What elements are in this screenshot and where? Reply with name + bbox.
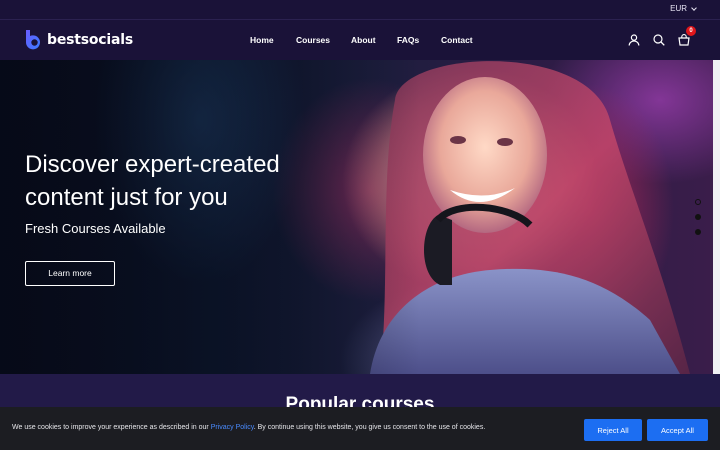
- cookie-text-before: We use cookies to improve your experienc…: [12, 424, 211, 431]
- page-scrollbar[interactable]: [713, 60, 720, 374]
- logo-mark-icon: [25, 30, 40, 50]
- header-actions: 0: [628, 26, 696, 46]
- hero-title: Discover expert-created content just for…: [25, 151, 280, 211]
- cart-count-badge: 0: [686, 26, 696, 36]
- hero-shade: [0, 60, 420, 374]
- currency-label: EUR: [670, 4, 687, 13]
- nav-about[interactable]: About: [351, 35, 376, 45]
- reject-all-button[interactable]: Reject All: [584, 419, 642, 441]
- accept-all-button[interactable]: Accept All: [647, 419, 708, 441]
- user-icon[interactable]: [628, 33, 640, 46]
- hero-subtitle: Fresh Courses Available: [25, 221, 166, 236]
- carousel-dot-2[interactable]: [695, 214, 701, 220]
- carousel-dots: [695, 199, 701, 235]
- cart-icon[interactable]: 0: [678, 26, 696, 46]
- chevron-down-icon: [691, 4, 697, 11]
- top-bar: EUR: [0, 0, 720, 20]
- privacy-policy-link[interactable]: Privacy Policy: [211, 424, 254, 431]
- logo[interactable]: bestsocials: [24, 29, 133, 50]
- currency-selector[interactable]: EUR: [670, 4, 697, 13]
- nav-home[interactable]: Home: [250, 35, 274, 45]
- carousel-dot-3[interactable]: [695, 229, 701, 235]
- brand-name: bestsocials: [47, 31, 133, 48]
- page: EUR bestsocials Home Courses About FAQs …: [0, 0, 720, 450]
- nav-contact[interactable]: Contact: [441, 35, 473, 45]
- cookie-banner: We use cookies to improve your experienc…: [0, 407, 720, 450]
- carousel-dot-1[interactable]: [695, 199, 701, 205]
- hero-banner: Discover expert-created content just for…: [0, 60, 713, 374]
- cookie-text-after: . By continue using this website, you gi…: [253, 424, 486, 431]
- nav-faqs[interactable]: FAQs: [397, 35, 419, 45]
- learn-more-button[interactable]: Learn more: [25, 261, 115, 286]
- nav-courses[interactable]: Courses: [296, 35, 330, 45]
- cookie-message: We use cookies to improve your experienc…: [12, 424, 485, 431]
- search-icon[interactable]: [653, 33, 665, 46]
- site-header: bestsocials Home Courses About FAQs Cont…: [0, 20, 720, 60]
